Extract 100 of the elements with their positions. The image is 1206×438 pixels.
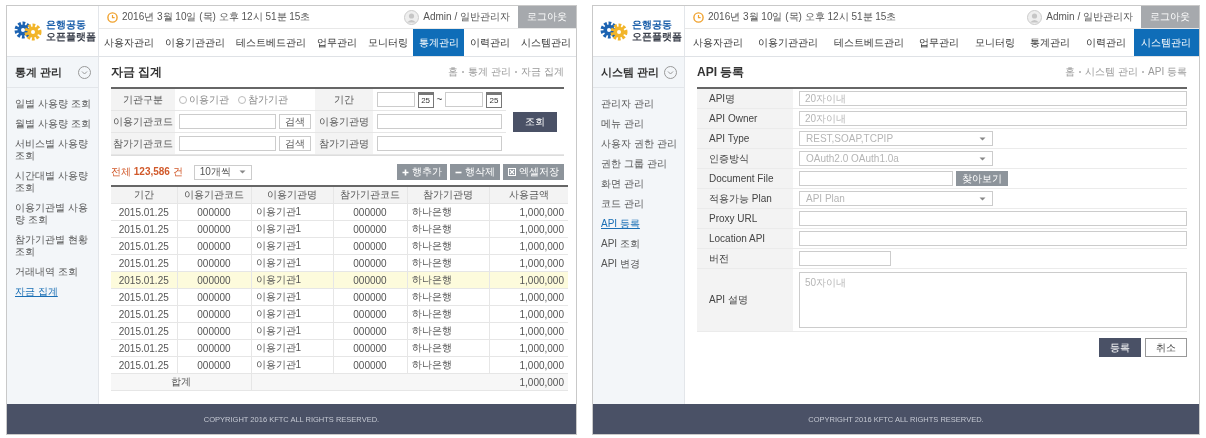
brand-name: 은행공동 오픈플랫폼: [632, 19, 682, 43]
nav-tab[interactable]: 통계관리: [1022, 29, 1078, 56]
sidebar-item[interactable]: 거래내역 조회: [15, 266, 78, 278]
radio-button[interactable]: 참가기관: [238, 92, 288, 107]
sidebar-item[interactable]: 사용자 권한 관리: [601, 138, 677, 150]
table-cell: 000000: [177, 220, 251, 238]
field-label: API Type: [709, 133, 750, 144]
nav-tab[interactable]: 시스템관리: [1133, 29, 1199, 56]
table-cell: 000000: [177, 339, 251, 357]
field-label: Proxy URL: [709, 213, 758, 224]
page-size-dropdown[interactable]: 10개씩: [193, 164, 252, 180]
table-cell: 000000: [333, 254, 407, 272]
table-cell: 이용기관1: [251, 254, 333, 272]
sidebar-item[interactable]: 서비스별 사용량 조회: [15, 138, 92, 162]
input-field[interactable]: 20자이내: [799, 91, 1187, 106]
table-cell: 하나은행: [407, 288, 489, 306]
nav-tab[interactable]: 사용자관리: [685, 29, 751, 56]
nav-tab[interactable]: 이용기관관리: [750, 29, 826, 56]
table-row[interactable]: 2015.01.25 000000 이용기관1 000000 하나은행 1,000,000: [111, 271, 568, 289]
table-row[interactable]: 2015.01.25 000000 이용기관1 000000 하나은행 1,000,000: [111, 254, 568, 272]
sidebar-item[interactable]: 관리자 관리: [601, 98, 654, 110]
table-cell: 1,000,000: [489, 305, 568, 323]
sidebar-item[interactable]: API 변경: [601, 258, 640, 270]
text-area[interactable]: 50자이내: [799, 272, 1187, 328]
input-field[interactable]: [377, 114, 502, 129]
spreadsheet-icon: [508, 168, 516, 176]
nav-tab[interactable]: 시스템관리: [515, 29, 576, 56]
sidebar-item[interactable]: 일별 사용량 조회: [15, 98, 91, 110]
nav-tab[interactable]: 업무관리: [911, 29, 967, 56]
register-button[interactable]: 등록: [1099, 338, 1141, 357]
column-header: 이용기관코드: [177, 186, 251, 204]
date-field[interactable]: [445, 92, 483, 107]
sidebar-item[interactable]: 이용기관별 사용량 조회: [15, 202, 92, 226]
nav-tab[interactable]: 이용기관관리: [159, 29, 231, 56]
nav-tab[interactable]: 테스트베드관리: [826, 29, 912, 56]
table-cell: 2015.01.25: [111, 237, 177, 255]
input-field[interactable]: [799, 171, 953, 186]
search-button[interactable]: 검색: [279, 114, 311, 129]
sidebar-item[interactable]: 월별 사용량 조회: [15, 118, 91, 130]
date-field[interactable]: [377, 92, 415, 107]
collapse-icon[interactable]: [664, 65, 677, 79]
table-cell: 이용기관1: [251, 237, 333, 255]
table-cell: 000000: [333, 237, 407, 255]
table-row[interactable]: 2015.01.25 000000 이용기관1 000000 하나은행 1,000,000: [111, 203, 568, 221]
sidebar-item[interactable]: 화면 관리: [601, 178, 644, 190]
cancel-button[interactable]: 취소: [1145, 338, 1187, 357]
table-cell: 1,000,000: [489, 322, 568, 340]
table-cell: 000000: [333, 339, 407, 357]
table-row[interactable]: 2015.01.25 000000 이용기관1 000000 하나은행 1,000,000: [111, 322, 568, 340]
clock-icon: [693, 11, 704, 23]
radio-button[interactable]: 이용기관: [179, 92, 229, 107]
table-cell: 하나은행: [407, 254, 489, 272]
input-field[interactable]: [799, 211, 1187, 226]
table-cell: 000000: [177, 254, 251, 272]
table-cell: 1,000,000: [489, 339, 568, 357]
nav-tab[interactable]: 모니터링: [967, 29, 1023, 56]
sidebar-item[interactable]: 메뉴 관리: [601, 118, 644, 130]
column-header: 사용금액: [489, 186, 568, 204]
table-cell: 이용기관1: [251, 356, 333, 374]
nav-tab[interactable]: 모니터링: [362, 29, 414, 56]
plus-icon: [402, 168, 409, 176]
submit-button[interactable]: 조회: [513, 111, 557, 132]
nav-tab[interactable]: 통계관리: [413, 29, 465, 56]
sidebar-item[interactable]: API 조회: [601, 238, 640, 250]
sidebar-item[interactable]: 코드 관리: [601, 198, 644, 210]
calendar-button[interactable]: 25: [486, 91, 502, 108]
sidebar-item[interactable]: 참가기관별 현황 조회: [15, 234, 92, 258]
input-field[interactable]: [179, 114, 276, 129]
brand-name: 은행공동 오픈플랫폼: [46, 19, 96, 43]
calendar-button[interactable]: 25: [417, 91, 434, 108]
sidebar-title: 통계 관리: [15, 64, 63, 80]
search-button[interactable]: 검색: [279, 136, 311, 151]
table-cell: 2015.01.25: [111, 339, 177, 357]
collapse-icon[interactable]: [78, 65, 91, 79]
input-field[interactable]: [377, 136, 502, 151]
input-field[interactable]: [179, 136, 276, 151]
sidebar-item[interactable]: 시간대별 사용량 조회: [15, 170, 92, 194]
nav-tab[interactable]: 사용자관리: [99, 29, 160, 56]
nav-tab[interactable]: 테스트베드관리: [230, 29, 312, 56]
sidebar-item[interactable]: 권한 그룹 관리: [601, 158, 667, 170]
table-row[interactable]: 2015.01.25 000000 이용기관1 000000 하나은행 1,000,000: [111, 356, 568, 374]
sidebar-item[interactable]: 자금 집계: [15, 286, 58, 298]
nav-tab[interactable]: 업무관리: [311, 29, 363, 56]
nav-tab[interactable]: 이력관리: [1078, 29, 1134, 56]
input-field[interactable]: [799, 251, 891, 266]
table-row[interactable]: 2015.01.25 000000 이용기관1 000000 하나은행 1,000,000: [111, 288, 568, 306]
table-row[interactable]: 2015.01.25 000000 이용기관1 000000 하나은행 1,000,000: [111, 339, 568, 357]
user-name: Admin / 일반관리자: [423, 10, 510, 24]
input-field[interactable]: 20자이내: [799, 111, 1187, 126]
field-label: 버전: [709, 251, 729, 266]
table-cell: 000000: [333, 322, 407, 340]
table-cell: 1,000,000: [489, 254, 568, 272]
input-field[interactable]: [799, 231, 1187, 246]
total-count: 전체 123,586 건: [111, 165, 183, 179]
table-row[interactable]: 2015.01.25 000000 이용기관1 000000 하나은행 1,000,000: [111, 305, 568, 323]
table-row[interactable]: 2015.01.25 000000 이용기관1 000000 하나은행 1,000,000: [111, 237, 568, 255]
table-row[interactable]: 2015.01.25 000000 이용기관1 000000 하나은행 1,000,000: [111, 220, 568, 238]
table-cell: 2015.01.25: [111, 254, 177, 272]
sidebar-item[interactable]: API 등록: [601, 218, 640, 230]
nav-tab[interactable]: 이력관리: [464, 29, 516, 56]
